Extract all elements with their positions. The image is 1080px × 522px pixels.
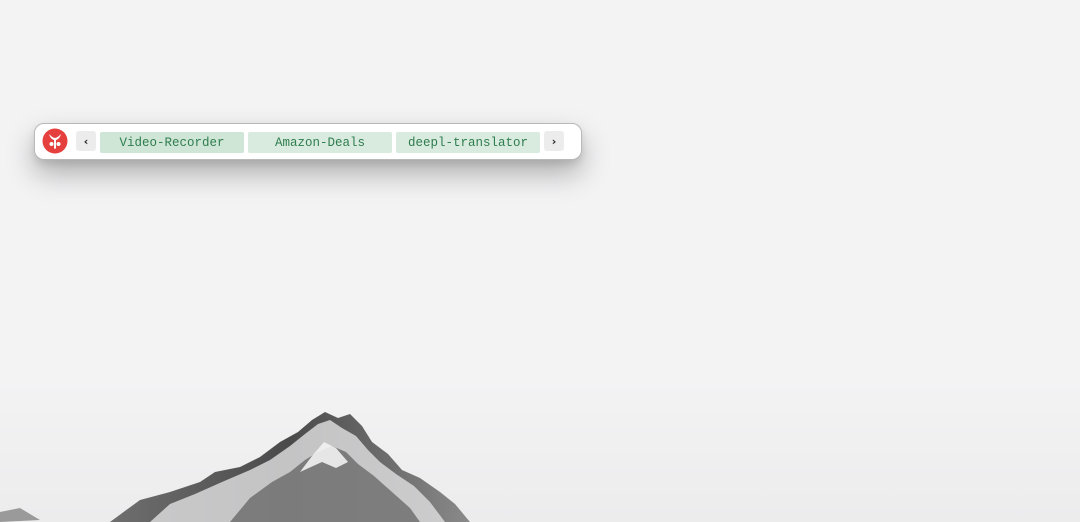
next-button[interactable]: › (544, 131, 564, 151)
launcher-toolbar: ‹ Video-Recorder Amazon-Deals deepl-tran… (34, 123, 582, 160)
mountain-image (0, 412, 470, 522)
tab-video-recorder[interactable]: Video-Recorder (100, 132, 244, 153)
tab-amazon-deals[interactable]: Amazon-Deals (248, 132, 392, 153)
tab-deepl-translator[interactable]: deepl-translator (396, 132, 540, 153)
desktop-wallpaper: ‹ Video-Recorder Amazon-Deals deepl-tran… (0, 0, 1080, 522)
prev-button[interactable]: ‹ (76, 131, 96, 151)
app-logo-icon[interactable] (42, 128, 68, 154)
